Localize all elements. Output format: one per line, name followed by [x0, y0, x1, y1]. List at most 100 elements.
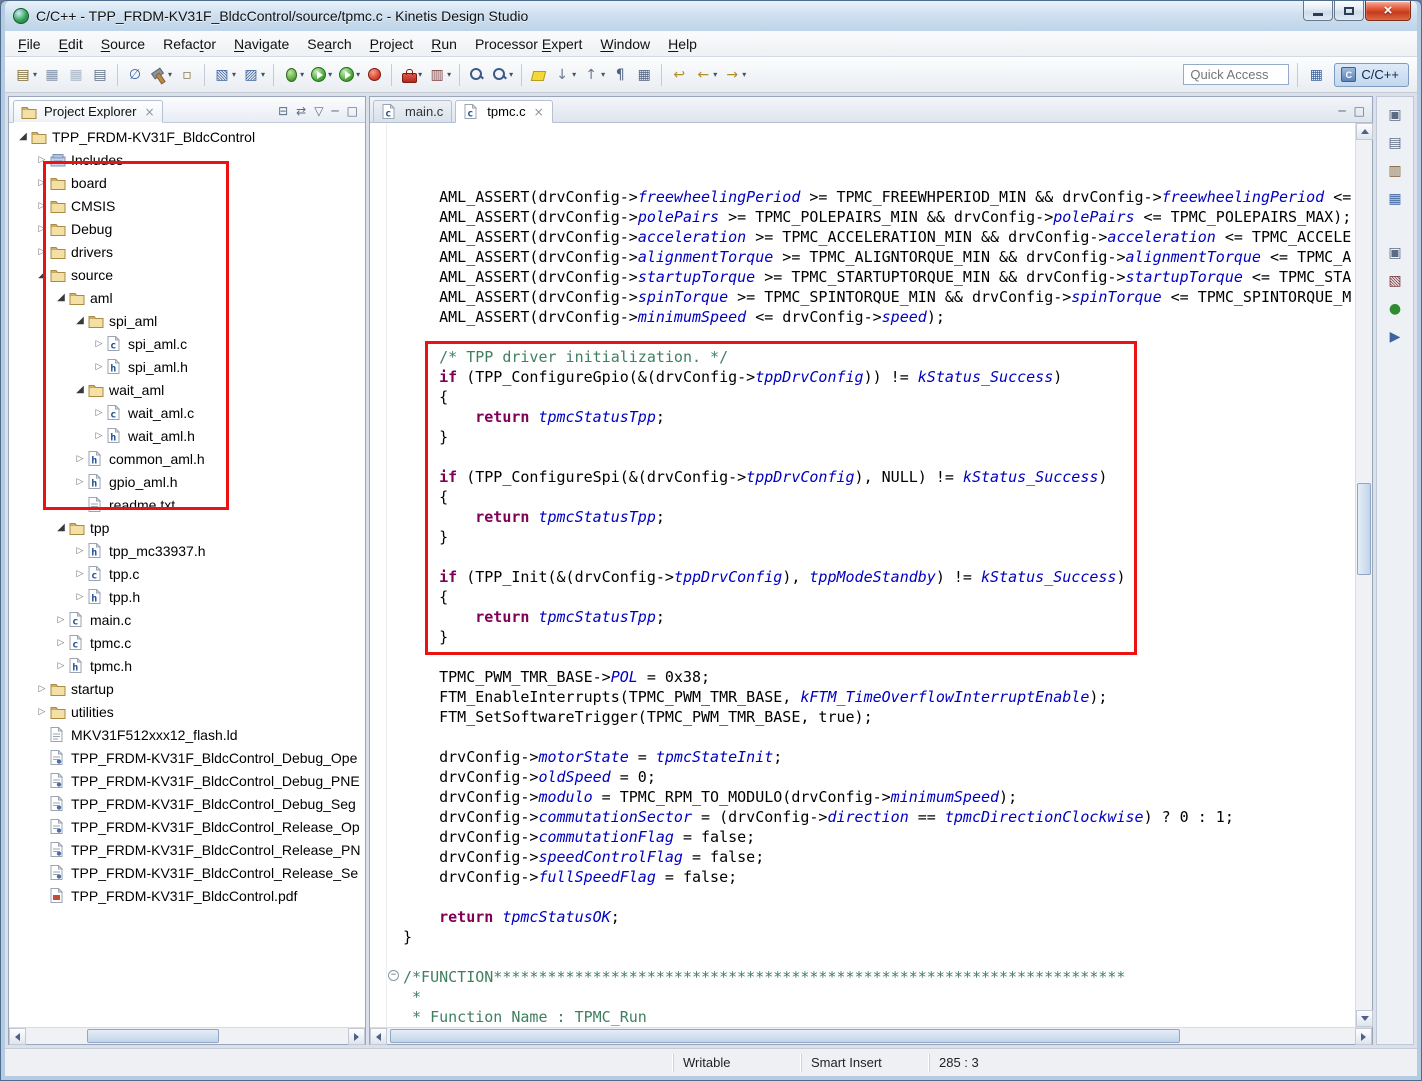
tree-item-readme-txt[interactable]: readme.txt: [9, 493, 365, 516]
search-view-icon[interactable]: ▶: [1384, 326, 1406, 348]
expanded-arrow-icon[interactable]: ◢: [53, 292, 69, 303]
collapsed-arrow-icon[interactable]: ▷: [72, 454, 88, 464]
collapsed-arrow-icon[interactable]: ▷: [34, 707, 50, 717]
tree-item-tpp-frdm-kv31f-bldccontrol-pdf[interactable]: TPP_FRDM-KV31F_BldcControl.pdf: [9, 884, 365, 907]
menu-source[interactable]: Source: [92, 33, 154, 55]
maximize-view-icon[interactable]: □: [347, 104, 358, 118]
tree-item-spi-aml-h[interactable]: ▷hspi_aml.h: [9, 355, 365, 378]
tree-item-main-c[interactable]: ▷cmain.c: [9, 608, 365, 631]
search-button[interactable]: ▾: [489, 64, 515, 85]
tree-item-debug[interactable]: ▷Debug: [9, 217, 365, 240]
debug-button[interactable]: ▾: [280, 64, 306, 85]
tree-item-tpp-frdm-kv31f-bldccontrol-debug-seg[interactable]: TPP_FRDM-KV31F_BldcControl_Debug_Seg: [9, 792, 365, 815]
profile-button[interactable]: ▾: [336, 64, 362, 85]
collapsed-arrow-icon[interactable]: ▷: [34, 155, 50, 165]
save-all-button[interactable]: ▦: [65, 64, 87, 86]
expanded-arrow-icon[interactable]: ◢: [53, 522, 69, 533]
tree-item-board[interactable]: ▷board: [9, 171, 365, 194]
clean-button[interactable]: ▫: [176, 64, 198, 86]
tree-item-mkv31f512xxx12-flash-ld[interactable]: MKV31F512xxx12_flash.ld: [9, 723, 365, 746]
collapsed-arrow-icon[interactable]: ▷: [72, 546, 88, 556]
tree-item-includes[interactable]: ▷Includes: [9, 148, 365, 171]
run-button[interactable]: ▾: [308, 64, 334, 85]
link-with-editor-icon[interactable]: ⇄: [296, 104, 306, 118]
collapsed-arrow-icon[interactable]: ▷: [53, 638, 69, 648]
dropdown-arrow-icon[interactable]: ▾: [168, 70, 172, 79]
open-element-button[interactable]: [466, 64, 487, 85]
tree-item-tpp-frdm-kv31f-bldccontrol-debug-ope[interactable]: TPP_FRDM-KV31F_BldcControl_Debug_Ope: [9, 746, 365, 769]
title-bar[interactable]: C/C++ - TPP_FRDM-KV31F_BldcControl/sourc…: [5, 1, 1417, 31]
menu-navigate[interactable]: Navigate: [225, 33, 298, 55]
dropdown-arrow-icon[interactable]: ▾: [232, 70, 236, 79]
tree-item-tpp-frdm-kv31f-bldccontrol-debug-pne[interactable]: TPP_FRDM-KV31F_BldcControl_Debug_PNE: [9, 769, 365, 792]
tree-item-tpmc-h[interactable]: ▷htpmc.h: [9, 654, 365, 677]
collapse-all-icon[interactable]: ⊟: [278, 104, 288, 118]
menu-refactor[interactable]: Refactor: [154, 33, 225, 55]
forward-button[interactable]: →▾: [721, 64, 748, 86]
hscroll-thumb[interactable]: [87, 1029, 219, 1043]
console-view-icon[interactable]: ▥: [1384, 160, 1406, 182]
cpp-perspective-button[interactable]: C C/C++: [1334, 63, 1409, 87]
tree-item-tpp-frdm-kv31f-bldccontrol-release-se[interactable]: TPP_FRDM-KV31F_BldcControl_Release_Se: [9, 861, 365, 884]
dropdown-arrow-icon[interactable]: ▾: [447, 70, 451, 79]
save-button[interactable]: ▦: [41, 64, 63, 86]
open-perspective-button[interactable]: ▦: [1306, 65, 1326, 85]
new-wizard-button[interactable]: ▤▾: [12, 64, 39, 86]
maximize-window-button[interactable]: [1334, 1, 1364, 21]
tree-item-tpp-h[interactable]: ▷htpp.h: [9, 585, 365, 608]
close-view-icon[interactable]: ×: [144, 105, 154, 119]
view-menu-icon[interactable]: ▽: [314, 104, 323, 118]
tree-item-tpp[interactable]: ◢tpp: [9, 516, 365, 539]
scroll-left-button[interactable]: [370, 1028, 387, 1045]
collapsed-arrow-icon[interactable]: ▷: [72, 569, 88, 579]
back-button[interactable]: ←▾: [692, 64, 719, 86]
tree-item-spi-aml[interactable]: ◢spi_aml: [9, 309, 365, 332]
scroll-up-button[interactable]: [1356, 123, 1373, 140]
collapsed-arrow-icon[interactable]: ▷: [72, 592, 88, 602]
new-cpp-class-button[interactable]: ▨▾: [240, 64, 267, 86]
project-explorer-hscrollbar[interactable]: [9, 1027, 365, 1044]
menu-edit[interactable]: Edit: [50, 33, 92, 55]
tree-item-startup[interactable]: ▷startup: [9, 677, 365, 700]
editor-tab-main-c[interactable]: cmain.c: [373, 100, 452, 123]
tree-item-wait-aml[interactable]: ◢wait_aml: [9, 378, 365, 401]
expanded-arrow-icon[interactable]: ◢: [72, 384, 88, 395]
minimize-window-button[interactable]: [1303, 1, 1333, 21]
dropdown-arrow-icon[interactable]: ▾: [33, 70, 37, 79]
dropdown-arrow-icon[interactable]: ▾: [356, 70, 360, 79]
tree-item-drivers[interactable]: ▷drivers: [9, 240, 365, 263]
outline-view-icon[interactable]: ▤: [1384, 132, 1406, 154]
quick-access-input[interactable]: [1183, 64, 1289, 85]
restore-pane-2-icon[interactable]: ▣: [1384, 242, 1406, 264]
debug-view-icon[interactable]: ●: [1384, 298, 1406, 320]
dropdown-arrow-icon[interactable]: ▾: [261, 70, 265, 79]
maximize-editor-icon[interactable]: □: [1354, 104, 1365, 118]
scroll-right-button[interactable]: [1355, 1028, 1372, 1045]
menu-project[interactable]: Project: [361, 33, 423, 55]
code-editor[interactable]: AML_ASSERT(drvConfig->freewheelingPeriod…: [401, 123, 1355, 1027]
collapsed-arrow-icon[interactable]: ▷: [91, 362, 107, 372]
fold-collapse-icon[interactable]: −: [388, 970, 399, 981]
collapsed-arrow-icon[interactable]: ▷: [53, 661, 69, 671]
collapsed-arrow-icon[interactable]: ▷: [91, 339, 107, 349]
dropdown-arrow-icon[interactable]: ▾: [572, 70, 576, 79]
vscroll-thumb[interactable]: [1357, 483, 1371, 575]
folding-ruler[interactable]: −: [386, 123, 401, 1027]
collapsed-arrow-icon[interactable]: ▷: [34, 684, 50, 694]
print-button[interactable]: ▤: [89, 64, 111, 86]
previous-annotation-button[interactable]: ↑▾: [580, 64, 607, 86]
mark-occurrences-button[interactable]: [528, 64, 549, 85]
stop-button[interactable]: [364, 64, 385, 85]
tree-item-tpmc-c[interactable]: ▷ctpmc.c: [9, 631, 365, 654]
tree-item-source[interactable]: ◢source: [9, 263, 365, 286]
project-explorer-tab[interactable]: Project Explorer ×: [13, 100, 163, 123]
dropdown-arrow-icon[interactable]: ▾: [328, 70, 332, 79]
dropdown-arrow-icon[interactable]: ▾: [509, 70, 513, 79]
code-coverage-button[interactable]: ▥▾: [426, 64, 453, 86]
problems-view-icon[interactable]: ▧: [1384, 270, 1406, 292]
menu-run[interactable]: Run: [422, 33, 466, 55]
tree-item-tpp-c[interactable]: ▷ctpp.c: [9, 562, 365, 585]
collapsed-arrow-icon[interactable]: ▷: [34, 224, 50, 234]
next-annotation-button[interactable]: ↓▾: [551, 64, 578, 86]
tree-item-tpp-frdm-kv31f-bldccontrol-release-pn[interactable]: TPP_FRDM-KV31F_BldcControl_Release_PN: [9, 838, 365, 861]
